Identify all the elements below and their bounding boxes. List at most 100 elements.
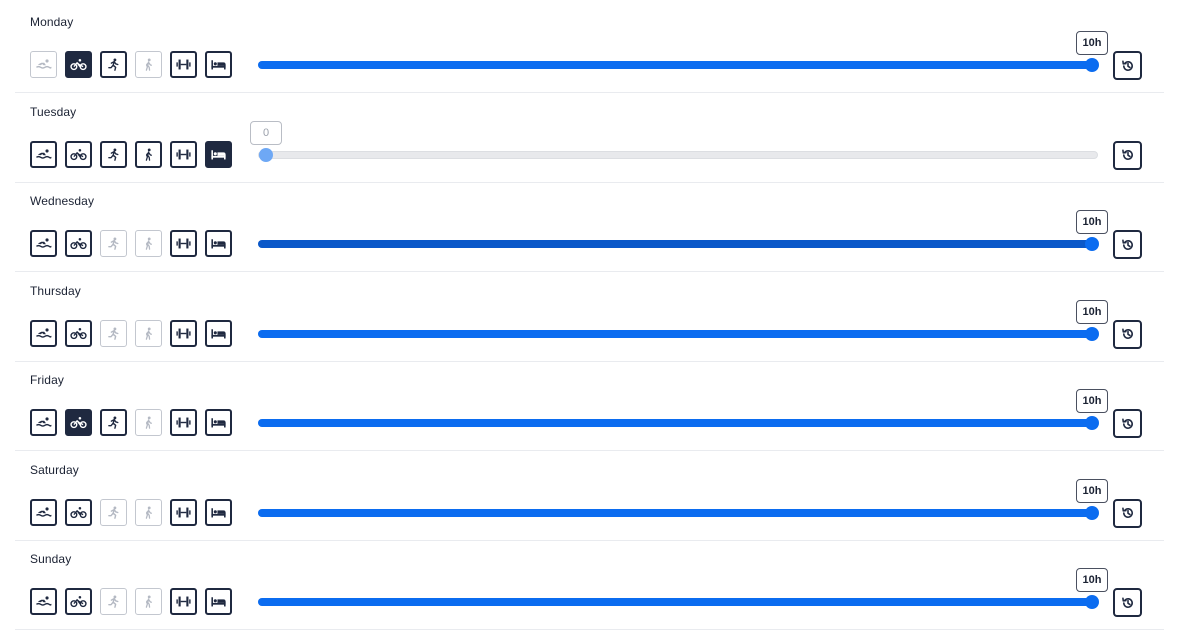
rest-button[interactable]: [205, 51, 232, 78]
run-button[interactable]: [100, 588, 127, 615]
swim-icon: [35, 416, 52, 429]
hours-slider-fill: [258, 598, 1092, 606]
day-label: Tuesday: [30, 104, 77, 119]
strength-icon: [175, 148, 192, 161]
walk-icon: [140, 595, 157, 608]
strength-icon: [175, 416, 192, 429]
rest-button[interactable]: [205, 409, 232, 436]
hours-slider-fill: [258, 240, 1092, 248]
run-icon: [105, 147, 122, 161]
rest-icon: [210, 148, 227, 161]
swim-icon: [35, 237, 52, 250]
walk-icon: [140, 505, 157, 519]
swim-button[interactable]: [30, 409, 57, 436]
walk-button[interactable]: [135, 588, 162, 615]
strength-button[interactable]: [170, 230, 197, 257]
hours-slider-fill: [258, 329, 1092, 338]
strength-button[interactable]: [170, 51, 197, 78]
reset-button[interactable]: [1113, 409, 1142, 438]
bike-button[interactable]: [65, 588, 92, 615]
strength-icon: [175, 237, 192, 250]
strength-button[interactable]: [170, 498, 197, 526]
run-button[interactable]: [100, 409, 127, 436]
run-button[interactable]: [100, 319, 127, 347]
swim-button[interactable]: [30, 140, 57, 168]
hours-slider-thumb[interactable]: [259, 147, 273, 162]
swim-button[interactable]: [30, 51, 57, 78]
run-icon: [105, 416, 122, 429]
history-icon: [1121, 417, 1135, 431]
bike-button[interactable]: [65, 319, 92, 347]
run-button[interactable]: [100, 140, 127, 168]
hours-slider[interactable]: 10h: [258, 299, 1108, 341]
hours-slider-thumb[interactable]: [1085, 326, 1099, 341]
bike-button[interactable]: [65, 409, 92, 436]
hours-slider-thumb[interactable]: [1085, 237, 1099, 251]
hours-slider[interactable]: 10h: [258, 568, 1108, 609]
walk-button[interactable]: [135, 409, 162, 436]
walk-button[interactable]: [135, 140, 162, 168]
hours-slider-thumb[interactable]: [1085, 595, 1099, 609]
bike-icon: [70, 416, 87, 429]
swim-button[interactable]: [30, 319, 57, 347]
hours-slider[interactable]: 10h: [258, 478, 1108, 520]
hours-slider[interactable]: 0: [250, 120, 1098, 162]
day-label: Saturday: [30, 462, 79, 477]
walk-icon: [140, 58, 157, 71]
day-label: Friday: [30, 373, 64, 387]
strength-button[interactable]: [170, 409, 197, 436]
reset-button[interactable]: [1113, 230, 1142, 259]
history-icon: [1121, 506, 1135, 520]
rest-button[interactable]: [205, 230, 232, 257]
hours-slider-thumb[interactable]: [1085, 505, 1099, 520]
walk-button[interactable]: [135, 319, 162, 347]
bike-icon: [70, 58, 87, 71]
walk-icon: [140, 147, 157, 161]
run-button[interactable]: [100, 498, 127, 526]
history-icon: [1121, 238, 1135, 252]
reset-button[interactable]: [1113, 319, 1142, 349]
hours-slider[interactable]: 10h: [258, 389, 1108, 430]
walk-icon: [140, 237, 157, 250]
run-button[interactable]: [100, 230, 127, 257]
swim-button[interactable]: [30, 230, 57, 257]
day-row-monday: Monday 10h: [15, 3, 1164, 93]
rest-button[interactable]: [205, 498, 232, 526]
day-row-wednesday: Wednesday 10h: [15, 182, 1164, 272]
hours-slider-thumb[interactable]: [1085, 58, 1099, 72]
run-button[interactable]: [100, 51, 127, 78]
bike-button[interactable]: [65, 498, 92, 526]
strength-button[interactable]: [170, 588, 197, 615]
swim-icon: [35, 506, 52, 519]
day-row-thursday: Thursday 10h: [15, 272, 1164, 362]
reset-button[interactable]: [1113, 51, 1142, 80]
reset-button[interactable]: [1113, 140, 1142, 170]
walk-button[interactable]: [135, 51, 162, 78]
walk-button[interactable]: [135, 498, 162, 526]
bike-icon: [70, 595, 87, 608]
rest-button[interactable]: [205, 319, 232, 347]
rest-button[interactable]: [205, 140, 232, 168]
strength-button[interactable]: [170, 140, 197, 168]
bike-icon: [70, 506, 87, 519]
bike-button[interactable]: [65, 140, 92, 168]
hours-slider-fill: [258, 419, 1092, 427]
hours-slider[interactable]: 10h: [258, 210, 1108, 251]
bike-button[interactable]: [65, 51, 92, 78]
rest-icon: [210, 327, 227, 340]
swim-button[interactable]: [30, 588, 57, 615]
run-icon: [105, 595, 122, 608]
hours-slider[interactable]: 10h: [258, 31, 1108, 72]
strength-button[interactable]: [170, 319, 197, 347]
hours-value-badge: 10h: [1076, 299, 1108, 324]
walk-button[interactable]: [135, 230, 162, 257]
rest-icon: [210, 506, 227, 519]
swim-icon: [35, 58, 52, 71]
reset-button[interactable]: [1113, 498, 1142, 528]
bike-icon: [70, 148, 87, 161]
rest-button[interactable]: [205, 588, 232, 615]
bike-button[interactable]: [65, 230, 92, 257]
swim-button[interactable]: [30, 498, 57, 526]
reset-button[interactable]: [1113, 588, 1142, 617]
hours-slider-thumb[interactable]: [1085, 416, 1099, 430]
